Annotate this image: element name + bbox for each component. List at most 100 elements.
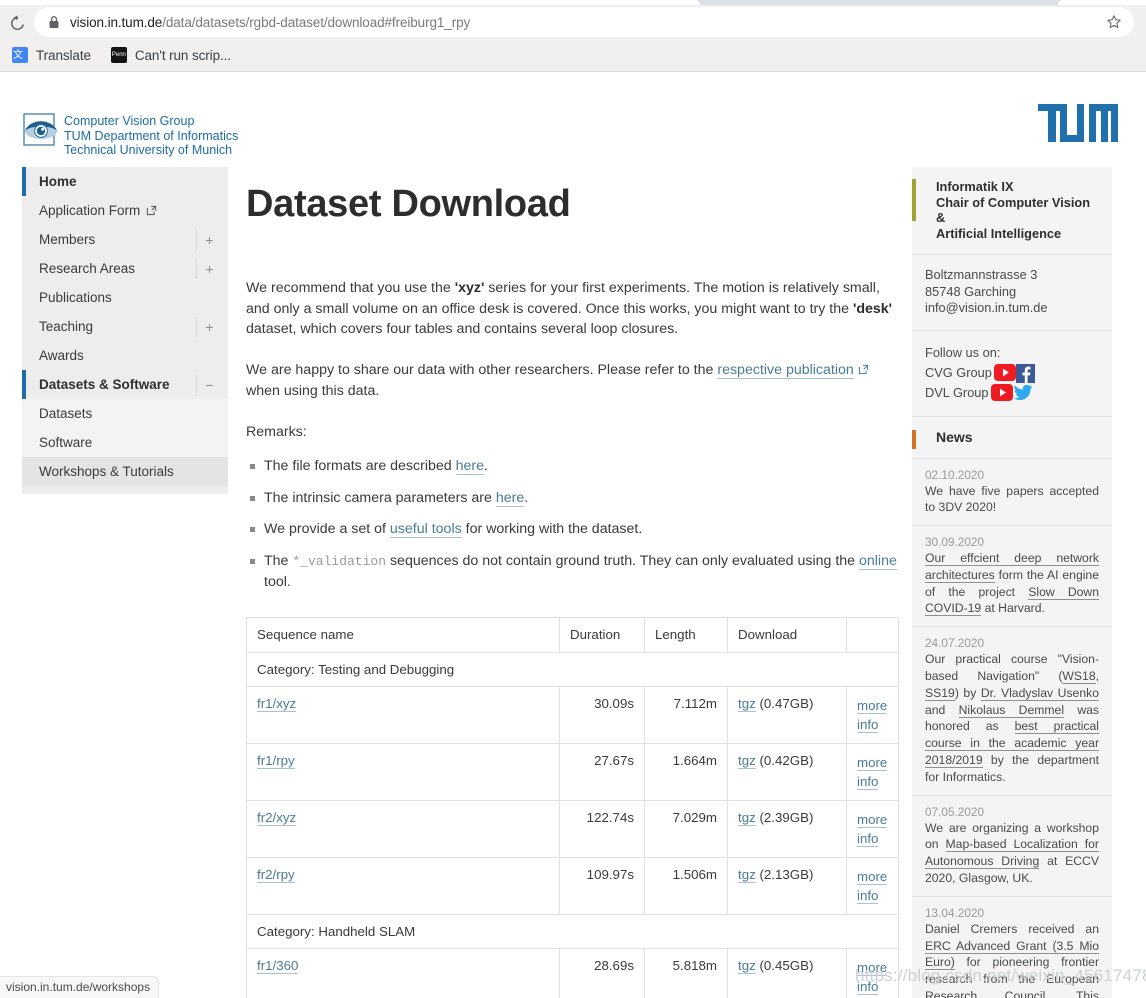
intro-paragraph-2: We are happy to share our data with othe… <box>246 360 898 402</box>
table-category-row: Category: Handheld SLAM <box>246 913 899 949</box>
more-info-link[interactable]: info <box>857 887 879 904</box>
logo-line-3: Technical University of Munich <box>64 143 233 157</box>
th-download[interactable]: Download <box>727 616 847 653</box>
news-link[interactable]: Nikolaus Demmel <box>958 702 1065 718</box>
sidebar-item-teaching[interactable]: Teaching + <box>22 312 228 341</box>
intro-1-c: dataset, which covers four tables and co… <box>246 321 679 337</box>
follow-label: Follow us on: <box>925 344 1001 360</box>
duration-cell: 109.97s <box>559 856 645 915</box>
download-size: (2.13GB) <box>759 866 814 882</box>
sidebar-item-datasets-software[interactable]: Datasets & Software − <box>22 370 228 399</box>
news-link[interactable]: SS19 <box>925 685 955 701</box>
sidebar-item-software[interactable]: Software <box>22 428 228 457</box>
sidebar-subgroup: Datasets Software Workshops & Tutorials <box>22 399 228 486</box>
download-size: (0.42GB) <box>759 752 814 768</box>
sequence-name-link[interactable]: fr1/rpy <box>257 752 295 769</box>
sequence-name-link[interactable]: fr1/xyz <box>257 695 297 712</box>
sequence-name-cell: fr1/rpy <box>246 742 560 801</box>
intro-2-b: when using this data. <box>246 383 380 399</box>
remark-link[interactable]: here <box>495 489 525 507</box>
download-size: (0.45GB) <box>759 957 814 973</box>
sidebar-item-label: Teaching <box>39 319 94 334</box>
th-duration[interactable]: Duration <box>559 616 645 653</box>
sidebar-item-application-form[interactable]: Application Form <box>22 196 228 225</box>
th-length[interactable]: Length <box>644 616 728 653</box>
news-link[interactable]: Dr. Vladyslav Usenko <box>980 685 1099 701</box>
follow-row-dvl: DVL Group <box>925 383 1099 403</box>
follow-row-cvg: CVG Group <box>925 363 1099 383</box>
sidebar-item-members[interactable]: Members + <box>22 225 228 254</box>
address-email[interactable]: info@vision.in.tum.de <box>925 300 1099 317</box>
sidebar-item-toggle[interactable]: + <box>196 229 222 250</box>
news-date: 13.04.2020 <box>925 905 985 920</box>
bookmark-translate[interactable]: Translate <box>12 46 91 63</box>
remark-link[interactable]: useful tools <box>389 521 462 538</box>
sidebar-item-workshops-tutorials[interactable]: Workshops & Tutorials <box>22 457 228 486</box>
news-text: and <box>925 702 959 717</box>
tum-logo-icon[interactable] <box>1038 104 1118 147</box>
more-info-link[interactable]: more <box>857 868 888 885</box>
reload-icon[interactable] <box>4 10 30 36</box>
sidebar-item-toggle[interactable]: + <box>196 316 222 337</box>
download-tgz-link[interactable]: tgz <box>738 866 756 883</box>
more-info-link[interactable]: info <box>857 978 879 995</box>
sidebar-item-toggle[interactable]: − <box>196 374 222 395</box>
news-text: at Harvard. <box>981 601 1045 616</box>
more-info-link[interactable]: more <box>857 754 888 771</box>
facebook-icon[interactable] <box>1015 363 1036 383</box>
remark-link[interactable]: here <box>455 458 485 475</box>
sidebar-item-left: Home <box>39 174 77 189</box>
th-sequence-name[interactable]: Sequence name <box>246 616 560 653</box>
news-body: Our effcient deep network architectures … <box>925 550 1099 617</box>
news-link[interactable]: WS18 <box>1062 669 1096 685</box>
download-tgz-link[interactable]: tgz <box>738 809 756 826</box>
duration-cell: 122.74s <box>559 799 645 858</box>
remark-item: We provide a set of useful tools for wor… <box>250 519 898 540</box>
sidebar-item-research-areas[interactable]: Research Areas + <box>22 254 228 283</box>
sequence-name-link[interactable]: fr1/360 <box>257 957 299 974</box>
more-info-link[interactable]: info <box>857 773 879 790</box>
length-cell: 5.818m <box>644 947 728 998</box>
respective-publication-link[interactable]: respective publication <box>717 361 854 379</box>
remark-text-pre: The intrinsic camera parameters are <box>264 489 496 506</box>
address-bar[interactable]: vision.in.tum.de/data/datasets/rgbd-data… <box>34 7 1134 37</box>
sidebar-item-home[interactable]: Home <box>22 167 228 196</box>
news-item: 24.07.2020 Our practical course "Vision-b… <box>912 627 1112 796</box>
more-info-link[interactable]: more <box>857 959 888 976</box>
url-path: /data/datasets/rgbd-dataset/download#fre… <box>162 14 471 30</box>
sequence-name-link[interactable]: fr2/xyz <box>257 809 297 826</box>
download-tgz-link[interactable]: tgz <box>738 695 756 712</box>
more-info-link[interactable]: info <box>857 716 879 733</box>
youtube-icon[interactable] <box>993 363 1016 382</box>
page-title: Dataset Download <box>246 183 571 225</box>
status-bar-url: vision.in.tum.de/workshops <box>0 976 160 998</box>
cvg-logo-text: Computer Vision Group TUM Department of … <box>64 112 238 158</box>
sidebar-item-datasets[interactable]: Datasets <box>22 399 228 428</box>
twitter-icon[interactable] <box>1013 384 1033 402</box>
sidebar-item-toggle[interactable]: + <box>196 258 222 279</box>
address-line-2: 85748 Garching <box>925 283 1017 299</box>
sidebar-item-publications[interactable]: Publications <box>22 283 228 312</box>
news-body: We have five papers accepted to 3DV 2020… <box>925 483 1099 517</box>
more-info-link[interactable]: more <box>857 811 888 828</box>
sidebar-item-awards[interactable]: Awards <box>22 341 228 370</box>
download-cell: tgz (0.45GB) <box>727 947 847 998</box>
download-tgz-link[interactable]: tgz <box>738 957 756 974</box>
news-header: News <box>912 417 1112 459</box>
address-block: Boltzmannstrasse 3 85748 Garching info@v… <box>912 255 1112 331</box>
bookmark-script[interactable]: Penn Can't run scrip... <box>110 47 231 63</box>
cvg-logo[interactable]: Computer Vision Group TUM Department of … <box>22 112 238 158</box>
table-body: Category: Testing and Debugging fr1/xyz 30… <box>246 651 899 998</box>
url-text[interactable]: vision.in.tum.de/data/datasets/rgbd-data… <box>70 15 1098 30</box>
length-cell: 1.664m <box>644 742 728 801</box>
sequence-name-link[interactable]: fr2/rpy <box>257 866 295 883</box>
sidebar-item-left: Teaching <box>39 319 93 334</box>
youtube-icon[interactable] <box>990 383 1013 402</box>
download-tgz-link[interactable]: tgz <box>738 752 756 769</box>
more-info-link[interactable]: more <box>857 697 888 714</box>
table-row: fr1/xyz 30.09s 7.112m tgz (0.47GB) more info <box>246 685 899 744</box>
star-icon[interactable] <box>1106 14 1122 30</box>
xyz-emphasis: 'xyz' <box>454 280 485 296</box>
remark-link[interactable]: online <box>859 552 897 570</box>
more-info-link[interactable]: info <box>857 830 879 847</box>
